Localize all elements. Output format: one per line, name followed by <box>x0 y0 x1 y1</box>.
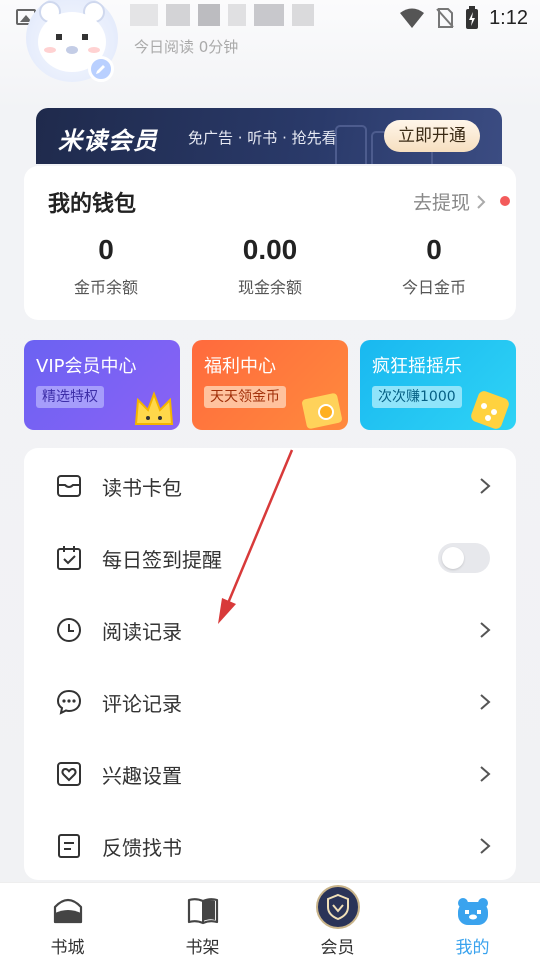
nav-label: 书城 <box>50 938 85 958</box>
card-title: 疯狂摇摇乐 <box>372 356 462 377</box>
coin-wallet-icon <box>302 393 342 429</box>
withdraw-link[interactable]: 去提现 <box>413 188 486 215</box>
nav-label: 会员 <box>320 938 355 958</box>
welfare-center-card[interactable]: 福利中心 天天领金币 <box>192 340 348 430</box>
card-tag: 精选特权 <box>36 386 104 408</box>
shake-game-card[interactable]: 疯狂摇摇乐 次次赚1000 <box>360 340 516 430</box>
today-coins[interactable]: 0 今日金币 <box>352 234 516 298</box>
pencil-icon <box>96 65 105 74</box>
document-icon <box>58 834 80 858</box>
nav-item-bookstore[interactable]: 书城 <box>0 883 135 960</box>
status-right: 1:12 <box>399 6 528 30</box>
checkin-reminder-toggle[interactable] <box>438 543 490 573</box>
chevron-right-icon <box>480 766 491 782</box>
toggle-knob <box>442 547 464 569</box>
stat-value: 0 <box>98 234 114 265</box>
menu-item-comment-history[interactable]: 评论记录 <box>24 666 516 738</box>
comment-icon <box>56 689 82 715</box>
card-title: VIP会员中心 <box>36 356 137 377</box>
vip-center-card[interactable]: VIP会员中心 精选特权 <box>24 340 180 430</box>
chevron-right-icon <box>480 622 491 638</box>
menu-label: 评论记录 <box>102 691 182 716</box>
promo-cards: VIP会员中心 精选特权 福利中心 天天领金币 疯狂摇摇乐 次次赚1000 <box>24 340 516 430</box>
stat-value: 0.00 <box>242 234 298 265</box>
menu-label: 读书卡包 <box>102 475 182 500</box>
menu-label: 反馈找书 <box>102 835 182 860</box>
heart-icon <box>57 762 81 786</box>
stat-label: 金币余额 <box>73 278 138 297</box>
nav-label: 书架 <box>185 938 220 958</box>
chevron-right-icon <box>480 838 491 854</box>
stat-label: 今日金币 <box>401 278 466 297</box>
stat-label: 现金余额 <box>237 278 302 297</box>
stat-value: 0 <box>426 234 442 265</box>
clock-icon <box>57 618 81 642</box>
edit-profile-button[interactable] <box>88 56 114 82</box>
menu-label: 兴趣设置 <box>102 763 182 788</box>
menu-item-checkin-reminder: 每日签到提醒 <box>24 522 516 594</box>
cash-balance[interactable]: 0.00 现金余额 <box>188 234 352 298</box>
chevron-right-icon <box>480 478 491 494</box>
menu-item-reading-history[interactable]: 阅读记录 <box>24 594 516 666</box>
chevron-right-icon <box>477 194 486 209</box>
vip-banner-subtitle: 免广告 · 听书 · 抢先看 <box>188 129 337 147</box>
wallet-card: 我的钱包 去提现 0 金币余额 0.00 现金余额 0 今日金币 <box>24 166 516 320</box>
nav-item-vip[interactable]: 会员 <box>270 883 405 960</box>
dice-icon <box>471 391 509 429</box>
withdraw-label: 去提现 <box>412 192 470 214</box>
bookshelf-icon <box>187 898 218 925</box>
bookstore-icon <box>53 898 82 924</box>
card-tag: 次次赚1000 <box>372 386 462 408</box>
card-title: 福利中心 <box>204 356 276 377</box>
menu-label: 每日签到提醒 <box>102 547 222 572</box>
status-time: 1:12 <box>489 6 528 29</box>
username-redacted[interactable] <box>130 4 314 26</box>
menu-item-feedback-find-book[interactable]: 反馈找书 <box>24 810 516 882</box>
notification-dot <box>500 196 510 206</box>
menu-list: 读书卡包 每日签到提醒 阅读记录 评论记录 兴趣设置 反馈找书 <box>24 448 516 880</box>
open-vip-button[interactable]: 立即开通 <box>384 120 480 152</box>
menu-item-interest-settings[interactable]: 兴趣设置 <box>24 738 516 810</box>
coin-balance[interactable]: 0 金币余额 <box>24 234 188 298</box>
nav-item-profile[interactable]: 我的 <box>405 883 540 960</box>
profile-bear-icon <box>457 898 488 925</box>
vip-banner[interactable]: 米读会员 免广告 · 听书 · 抢先看 立即开通 <box>36 108 502 164</box>
nav-label: 我的 <box>455 938 490 958</box>
card-tag: 天天领金币 <box>204 386 286 408</box>
nav-item-bookshelf[interactable]: 书架 <box>135 883 270 960</box>
vip-banner-title: 米读会员 <box>58 127 158 155</box>
no-sim-icon <box>436 8 454 28</box>
wallet-title: 我的钱包 <box>48 192 137 217</box>
card-wallet-icon <box>57 475 81 497</box>
wifi-icon <box>400 8 425 28</box>
menu-item-reading-cards[interactable]: 读书卡包 <box>24 450 516 522</box>
bottom-nav: 书城 书架 会员 我的 <box>0 882 540 960</box>
read-today-text: 今日阅读 0分钟 <box>134 38 239 56</box>
crown-icon <box>134 391 174 425</box>
battery-charging-icon <box>466 6 479 29</box>
wallet-stats: 0 金币余额 0.00 现金余额 0 今日金币 <box>24 234 516 298</box>
menu-label: 阅读记录 <box>102 619 182 644</box>
chevron-right-icon <box>480 694 491 710</box>
vip-shield-icon <box>315 885 360 929</box>
calendar-check-icon <box>57 546 81 570</box>
